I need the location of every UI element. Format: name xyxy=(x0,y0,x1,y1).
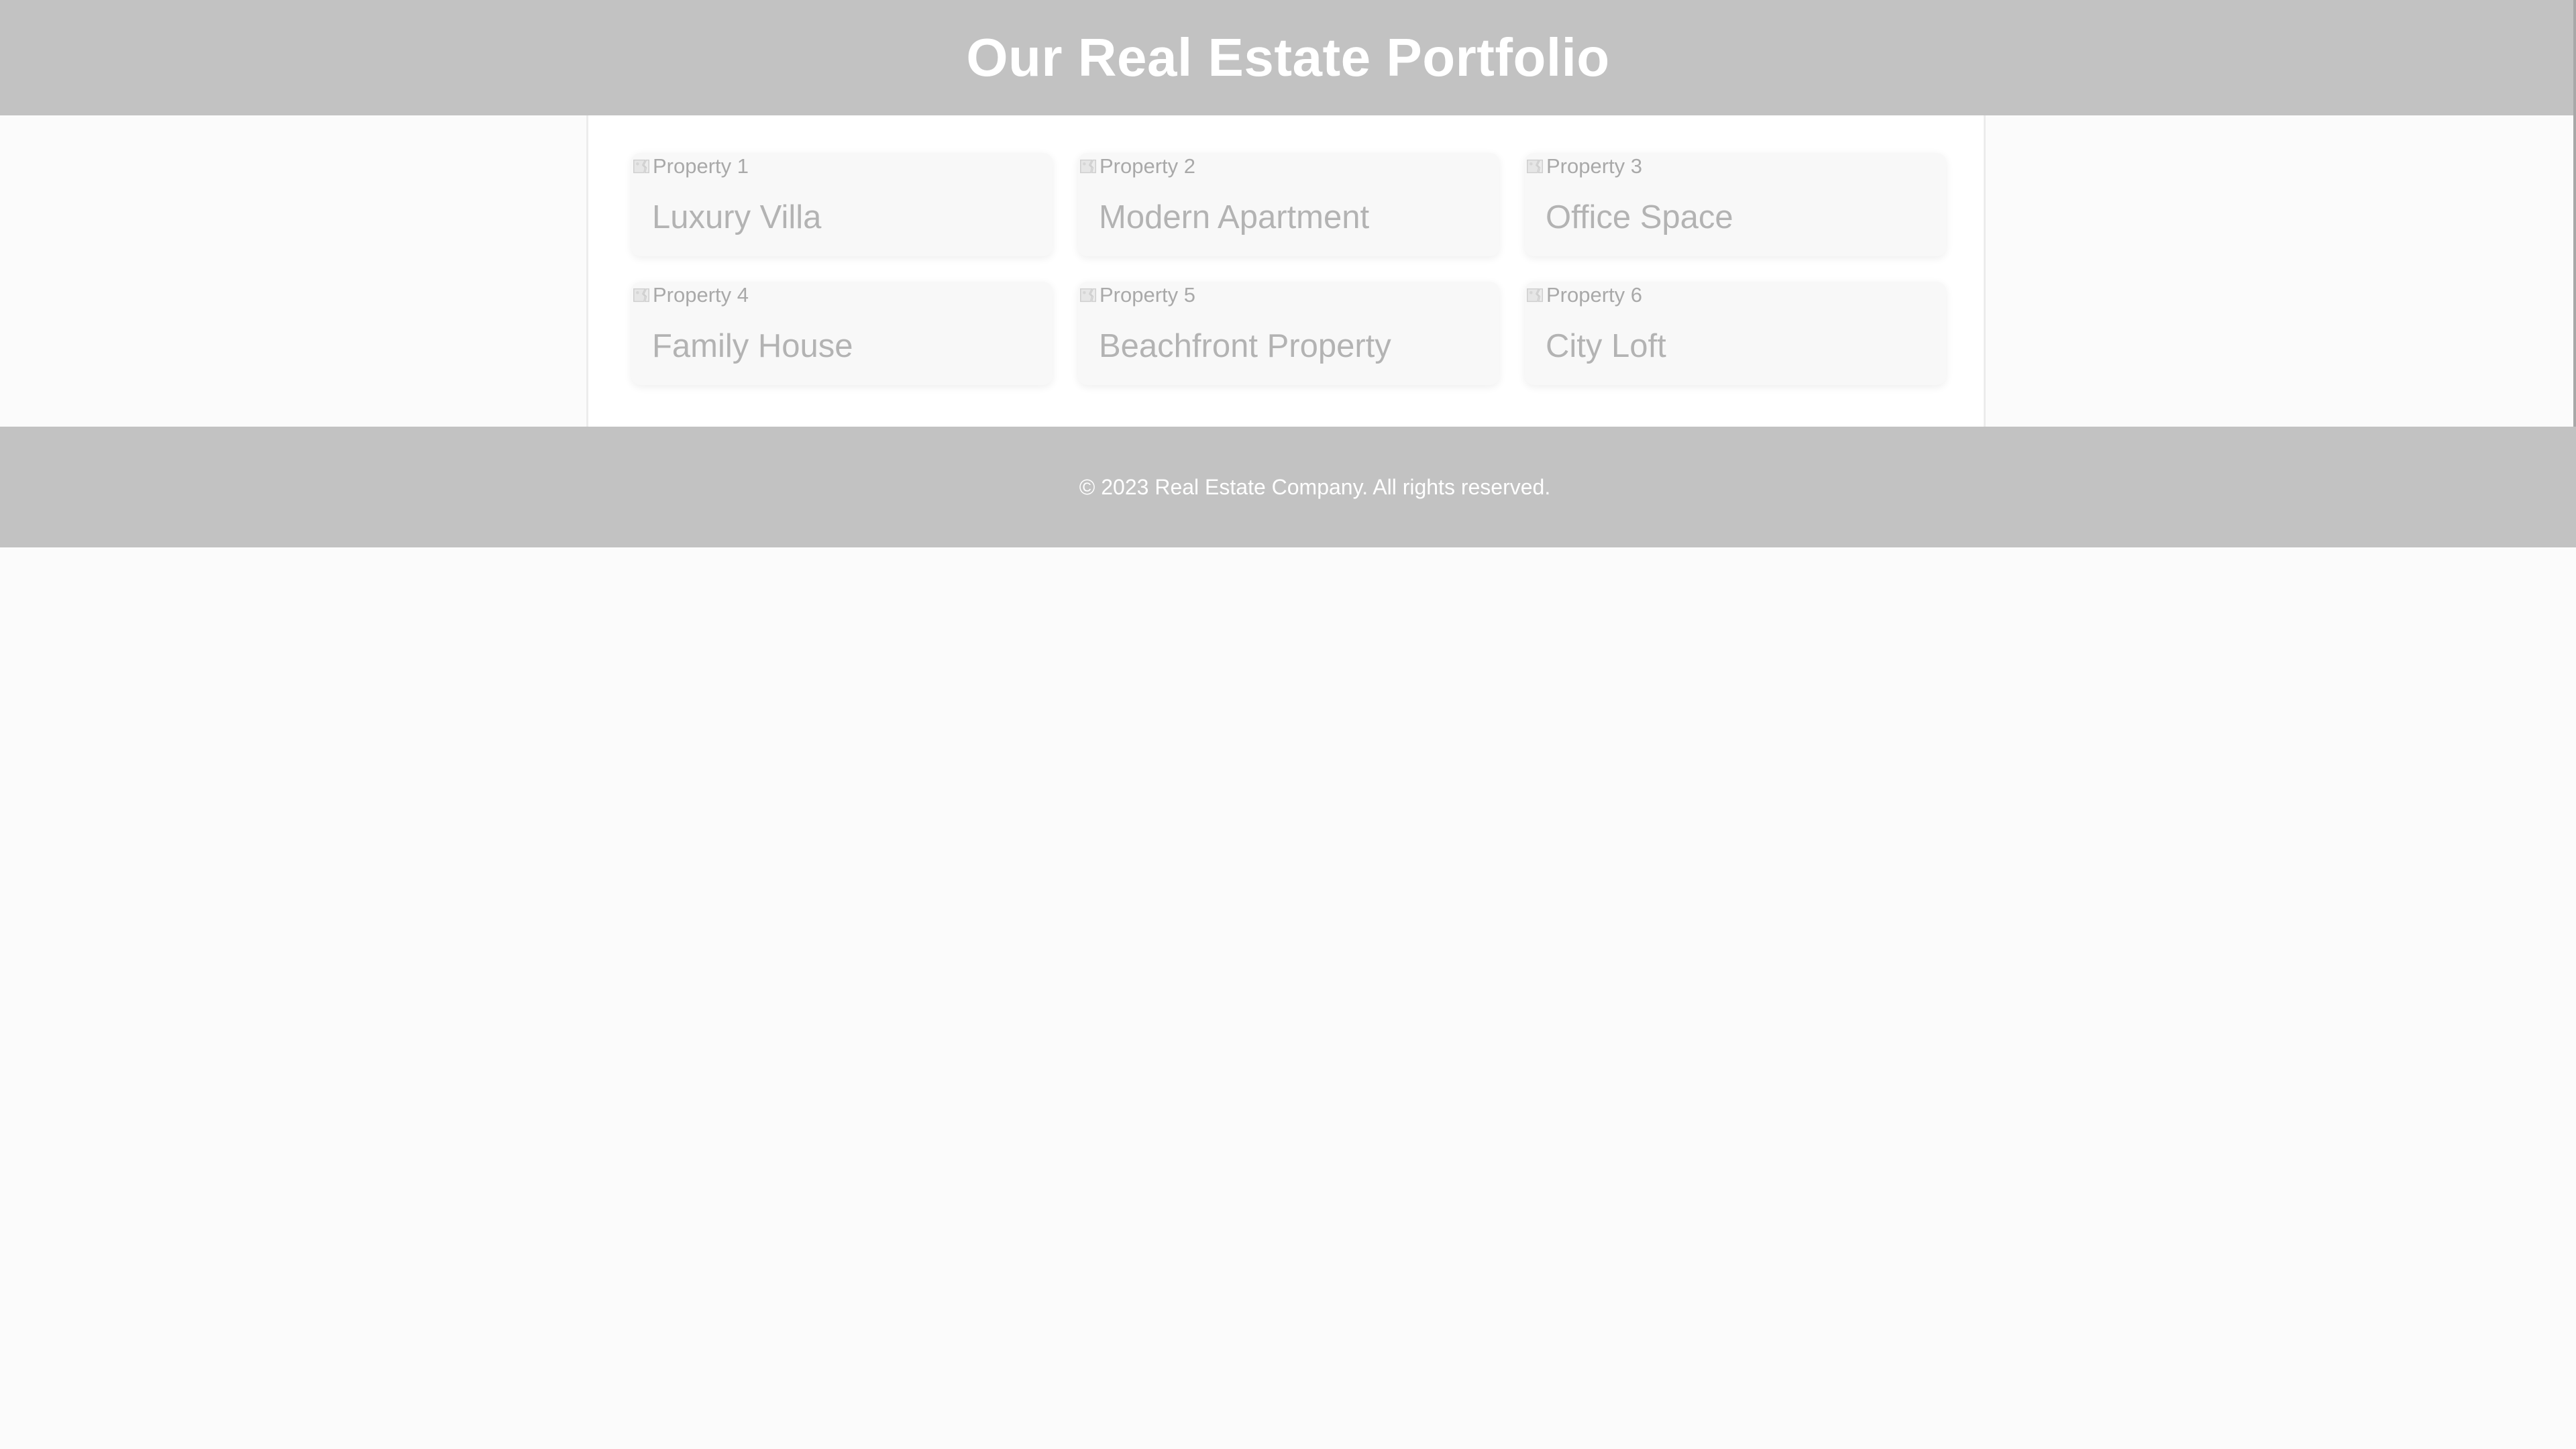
broken-image-icon xyxy=(1080,159,1096,174)
property-title: Luxury Villa xyxy=(652,199,822,235)
property-image-alt: Property 6 xyxy=(1546,283,1643,307)
property-image: Property 3 xyxy=(1525,153,1642,180)
property-title: City Loft xyxy=(1546,328,1666,364)
property-card[interactable]: Property 3 Office Space xyxy=(1525,153,1946,256)
page-title: Our Real Estate Portfolio xyxy=(966,28,1610,87)
property-card[interactable]: Property 4 Family House xyxy=(631,282,1053,385)
broken-image-icon xyxy=(633,288,649,303)
property-image: Property 2 xyxy=(1078,153,1195,180)
property-grid: Property 1 Luxury Villa Property 2 Moder… xyxy=(631,153,1946,385)
page-footer: © 2023 Real Estate Company. All rights r… xyxy=(0,427,2576,547)
property-image-alt: Property 5 xyxy=(1099,283,1196,307)
property-image-alt: Property 4 xyxy=(653,283,749,307)
property-card[interactable]: Property 5 Beachfront Property xyxy=(1078,282,1499,385)
broken-image-icon xyxy=(633,159,649,174)
property-title: Office Space xyxy=(1546,199,1733,235)
property-title: Family House xyxy=(652,328,853,364)
property-image-alt: Property 2 xyxy=(1099,154,1196,178)
portfolio-container: Property 1 Luxury Villa Property 2 Moder… xyxy=(586,115,1986,427)
page-header: Our Real Estate Portfolio xyxy=(0,0,2576,115)
property-image: Property 1 xyxy=(631,153,749,180)
copyright-text: © 2023 Real Estate Company. All rights r… xyxy=(1079,474,1551,499)
property-image-alt: Property 3 xyxy=(1546,154,1643,178)
property-card[interactable]: Property 1 Luxury Villa xyxy=(631,153,1053,256)
property-image: Property 4 xyxy=(631,282,749,309)
property-image: Property 6 xyxy=(1525,282,1642,309)
property-image: Property 5 xyxy=(1078,282,1195,309)
property-title: Beachfront Property xyxy=(1099,328,1391,364)
property-card[interactable]: Property 2 Modern Apartment xyxy=(1078,153,1499,256)
broken-image-icon xyxy=(1080,288,1096,303)
broken-image-icon xyxy=(1527,288,1543,303)
broken-image-icon xyxy=(1527,159,1543,174)
property-image-alt: Property 1 xyxy=(653,154,749,178)
property-card[interactable]: Property 6 City Loft xyxy=(1525,282,1946,385)
property-title: Modern Apartment xyxy=(1099,199,1370,235)
